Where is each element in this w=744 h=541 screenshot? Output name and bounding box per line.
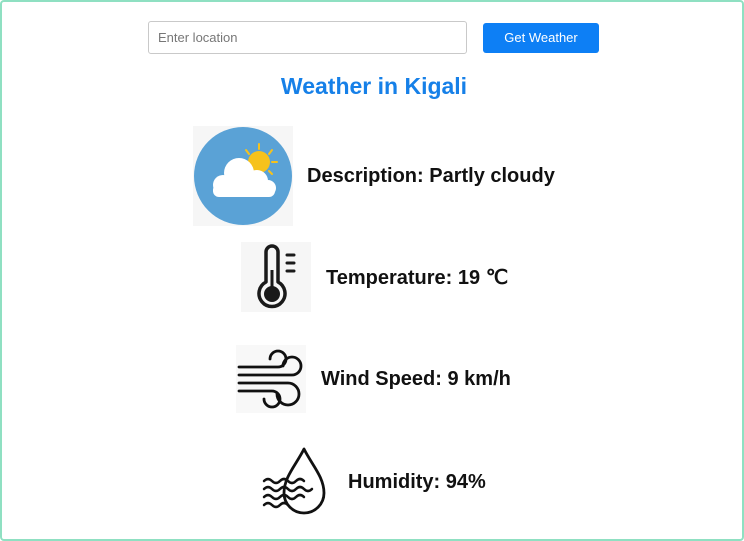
partly-cloudy-icon (193, 126, 293, 226)
search-bar: Get Weather (148, 21, 599, 54)
location-input[interactable] (148, 21, 467, 54)
temperature-label: Temperature: 19 ℃ (326, 266, 509, 289)
humidity-label: Humidity: 94% (348, 470, 486, 493)
wind-speed-label: Wind Speed: 9 km/h (321, 367, 511, 390)
wind-speed-row: Wind Speed: 9 km/h (236, 345, 511, 413)
app-frame: Get Weather Weather in Kigali Desc (0, 0, 744, 541)
get-weather-button[interactable]: Get Weather (483, 22, 599, 53)
thermometer-icon (241, 242, 311, 312)
page-title: Weather in Kigali (280, 73, 468, 99)
wind-icon (236, 345, 306, 413)
description-row: Description: Partly cloudy (193, 126, 555, 226)
humidity-drop-icon (262, 447, 326, 515)
description-label: Description: Partly cloudy (307, 164, 555, 187)
temperature-row: Temperature: 19 ℃ (241, 242, 508, 312)
humidity-row: Humidity: 94% (260, 445, 486, 519)
